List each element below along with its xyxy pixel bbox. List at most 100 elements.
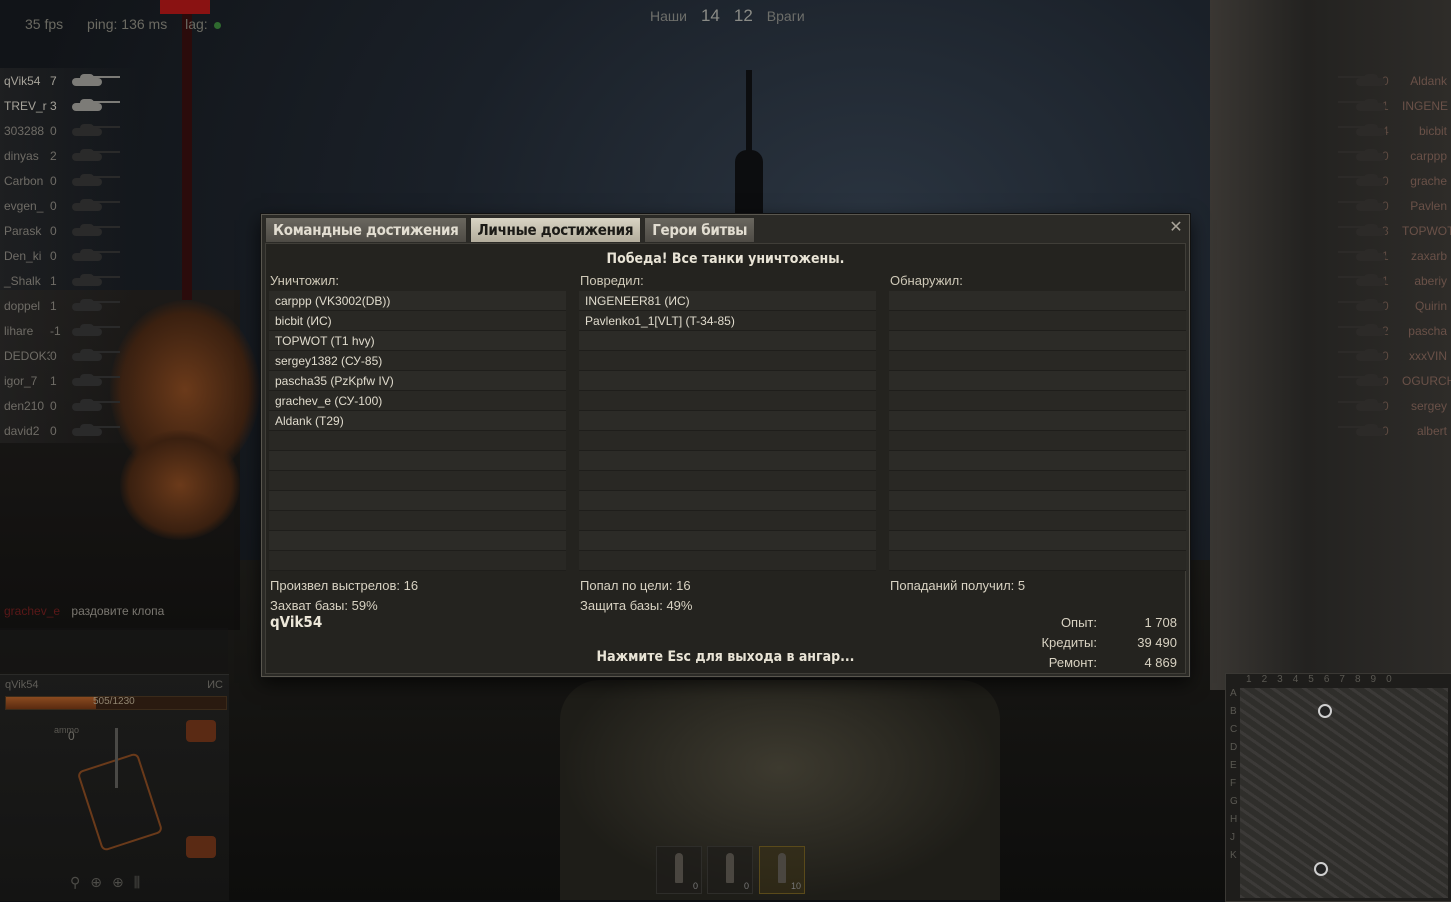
- tank-turret: [1364, 374, 1378, 381]
- enemy-row[interactable]: 1zaxarb: [1310, 243, 1451, 268]
- minimap[interactable]: 1234567890 ABCDEFGHJK: [1225, 673, 1451, 902]
- enemy-row[interactable]: 0Aldank: [1310, 68, 1451, 93]
- ammo-slot-count: 10: [790, 881, 801, 891]
- enemy-row[interactable]: 0albert: [1310, 418, 1451, 443]
- tank-turret: [1364, 174, 1378, 181]
- ally-row[interactable]: dinyas 2: [0, 143, 140, 168]
- ally-name: _Shalk: [4, 273, 41, 288]
- result-list-item: [889, 351, 1186, 371]
- ally-row[interactable]: den210 0: [0, 393, 140, 418]
- enemy-row[interactable]: 1aberiy: [1310, 268, 1451, 293]
- tank-turret: [1364, 399, 1378, 406]
- minimap-row-label: C: [1230, 724, 1238, 735]
- ally-row[interactable]: igor_7 1: [0, 368, 140, 393]
- tank-icon: [72, 349, 120, 361]
- result-list-item: [579, 531, 876, 551]
- fire-extinguisher-icon[interactable]: [186, 836, 216, 858]
- tank-icon: [1338, 349, 1386, 361]
- ally-row[interactable]: Den_ki 0: [0, 243, 140, 268]
- shell-icon: [675, 853, 683, 883]
- ammo-slot-3[interactable]: 10: [759, 846, 805, 894]
- hits-on-target: Попал по цели: 16: [580, 578, 691, 593]
- ally-row[interactable]: DEDOK3 0: [0, 343, 140, 368]
- ally-row[interactable]: lihare -1: [0, 318, 140, 343]
- chat-box[interactable]: [0, 628, 228, 672]
- result-list-item: [889, 531, 1186, 551]
- reward-repair: Ремонт: 4 869: [927, 655, 1177, 670]
- crosshair-icon: ⊕: [90, 874, 102, 890]
- damaged-column: Повредил: INGENEER81 (ИС) Pavlenko1_1[VLT…: [579, 273, 876, 571]
- tab-battle-heroes[interactable]: Герои битвы: [644, 217, 756, 242]
- tab-personal-achievements[interactable]: Личные достижения: [469, 217, 642, 242]
- player-name: qVik54: [5, 679, 39, 691]
- ally-row[interactable]: qVik54 7: [0, 68, 140, 93]
- enemy-name: xxxVIN: [1408, 348, 1447, 363]
- damaged-list: INGENEER81 (ИС) Pavlenko1_1[VLT] (T-34-85…: [579, 291, 876, 571]
- tank-icon: [1338, 174, 1386, 186]
- result-list-item: grachev_e (СУ-100): [269, 391, 566, 411]
- minimap-column-label: 2: [1261, 674, 1268, 685]
- ally-row[interactable]: doppel 1: [0, 293, 140, 318]
- tab-team-achievements[interactable]: Командные достижения: [265, 217, 467, 242]
- enemy-name: INGENE: [1402, 98, 1449, 113]
- ally-row[interactable]: 303288 0: [0, 118, 140, 143]
- enemy-row[interactable]: 0Quirin: [1310, 293, 1451, 318]
- minimap-column-label: 5: [1308, 674, 1314, 685]
- ally-row[interactable]: Carbon 0: [0, 168, 140, 193]
- engine-icon[interactable]: [186, 720, 216, 742]
- minimap-row-label: J: [1230, 832, 1235, 843]
- results-panel: Победа! Все танки уничтожены. Уничтожил:…: [265, 243, 1186, 674]
- ally-row[interactable]: david2 0: [0, 418, 140, 443]
- minimap-column-label: 1: [1246, 674, 1252, 685]
- ally-row[interactable]: TREV_r 3: [0, 93, 140, 118]
- ammo-slot-1[interactable]: 0: [656, 846, 702, 894]
- tank-icon: [1338, 324, 1386, 336]
- enemy-row[interactable]: 0Pavlen: [1310, 193, 1451, 218]
- ally-name: doppel: [4, 298, 41, 313]
- reward-value: 39 490: [1137, 635, 1177, 650]
- ally-row[interactable]: evgen_ 0: [0, 193, 140, 218]
- spotted-list: [889, 291, 1186, 571]
- enemy-row[interactable]: 0OGURCH: [1310, 368, 1451, 393]
- tank-icon: [72, 299, 120, 311]
- tank-gun: [92, 226, 120, 228]
- tank-icon: [72, 174, 120, 186]
- chat-message: раздовите клопа: [71, 604, 165, 618]
- tank-icon: [1338, 249, 1386, 261]
- tank-gun: [1338, 151, 1366, 153]
- reward-credits: Кредиты: 39 490: [927, 635, 1177, 650]
- spotted-column: Обнаружил:: [889, 273, 1186, 571]
- enemy-row[interactable]: 1INGENE: [1310, 93, 1451, 118]
- ally-row[interactable]: Parask 0: [0, 218, 140, 243]
- enemy-name: aberiy: [1414, 273, 1447, 288]
- enemy-row[interactable]: 0carppp: [1310, 143, 1451, 168]
- tank-icon: [1338, 124, 1386, 136]
- result-list-item: [889, 291, 1186, 311]
- ammo-slot-2[interactable]: 0: [707, 846, 753, 894]
- result-list-item: [889, 551, 1186, 571]
- enemy-roster: 0Aldank1INGENE4bicbit0carppp0grache0Pavl…: [1310, 68, 1451, 443]
- enemy-row[interactable]: 0grache: [1310, 168, 1451, 193]
- result-list-item: [269, 511, 566, 531]
- tank-turret: [1364, 324, 1378, 331]
- ally-row[interactable]: _Shalk 1: [0, 268, 140, 293]
- ally-frags: 3: [50, 98, 57, 113]
- enemy-row[interactable]: 2pascha: [1310, 318, 1451, 343]
- enemy-row[interactable]: 4bicbit: [1310, 118, 1451, 143]
- tank-icon: [1338, 374, 1386, 386]
- enemy-row[interactable]: 3TOPWOT: [1310, 218, 1451, 243]
- result-list-item: [579, 411, 876, 431]
- base-defense: Защита базы: 49%: [580, 598, 693, 613]
- team-label: Наши: [650, 8, 687, 24]
- ally-frags: 1: [50, 273, 57, 288]
- result-list-item: [269, 471, 566, 491]
- enemy-row[interactable]: 0sergey: [1310, 393, 1451, 418]
- tank-icon: [1338, 424, 1386, 436]
- ally-frags: 7: [50, 73, 57, 88]
- base-marker-icon: [1314, 862, 1328, 876]
- tank-turret: [1364, 274, 1378, 281]
- close-icon[interactable]: ✕: [1168, 220, 1184, 236]
- tank-gun: [1338, 276, 1366, 278]
- enemy-row[interactable]: 0xxxVIN: [1310, 343, 1451, 368]
- results-tabs: Командные достижения Личные достижения Г…: [265, 217, 756, 242]
